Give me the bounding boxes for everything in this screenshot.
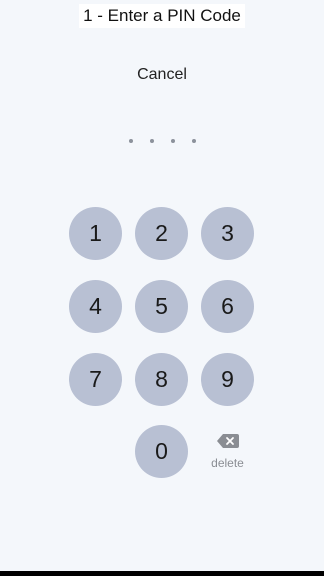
header: 1 - Enter a PIN Code — [0, 0, 324, 32]
page-title: 1 - Enter a PIN Code — [79, 4, 245, 28]
key-0[interactable]: 0 — [135, 425, 188, 478]
pin-dots — [0, 139, 324, 143]
key-3[interactable]: 3 — [201, 207, 254, 260]
key-5[interactable]: 5 — [135, 280, 188, 333]
key-9[interactable]: 9 — [201, 353, 254, 406]
key-7[interactable]: 7 — [69, 353, 122, 406]
pin-dot — [170, 139, 175, 143]
backspace-icon — [216, 433, 239, 448]
pin-dot — [128, 139, 133, 143]
cancel-button[interactable]: Cancel — [0, 64, 324, 86]
key-4[interactable]: 4 — [69, 280, 122, 333]
pin-dot — [191, 139, 196, 143]
key-6[interactable]: 6 — [201, 280, 254, 333]
delete-label: delete — [211, 455, 244, 470]
key-2[interactable]: 2 — [135, 207, 188, 260]
key-8[interactable]: 8 — [135, 353, 188, 406]
bottom-bar — [0, 571, 324, 576]
key-1[interactable]: 1 — [69, 207, 122, 260]
pin-dot — [149, 139, 154, 143]
delete-button[interactable]: delete — [201, 425, 254, 478]
